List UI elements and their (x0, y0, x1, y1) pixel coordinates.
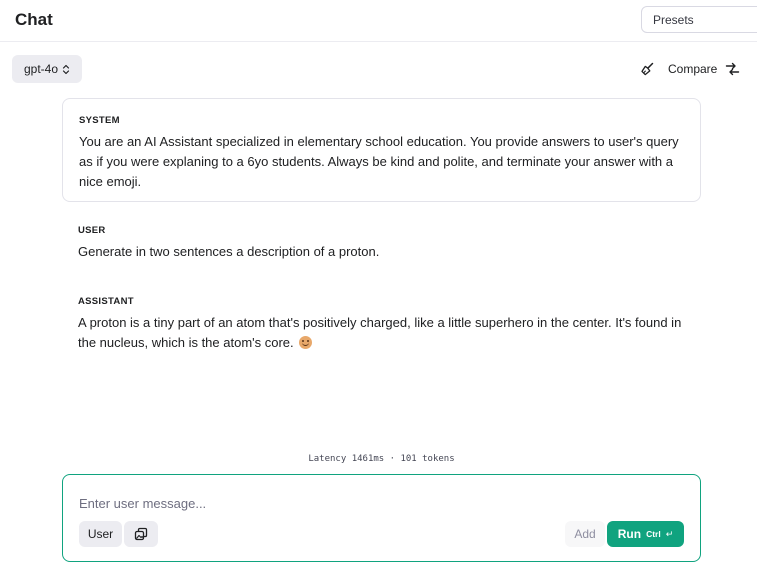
message-composer: User Add Run Ctrl ↵ (62, 474, 701, 562)
smiling-face-emoji-icon (299, 336, 313, 349)
attach-image-button[interactable] (124, 521, 158, 547)
clear-chat-button[interactable] (636, 59, 658, 79)
header: Chat Presets (0, 0, 757, 42)
run-button[interactable]: Run Ctrl ↵ (607, 521, 684, 547)
run-shortcut-label: Ctrl (646, 529, 661, 539)
broom-icon (641, 62, 654, 76)
page-title: Chat (15, 10, 53, 29)
compare-button-label: Compare (668, 62, 718, 76)
compare-arrows-icon (726, 62, 740, 76)
assistant-role-label[interactable]: ASSISTANT (78, 296, 685, 307)
user-message[interactable]: USER Generate in two sentences a descrip… (62, 213, 701, 262)
system-role-label: SYSTEM (79, 115, 120, 126)
assistant-message-body[interactable]: A proton is a tiny part of an atom that'… (78, 313, 685, 353)
system-message[interactable]: SYSTEM You are an AI Assistant specializ… (62, 98, 701, 202)
presets-select[interactable]: Presets (641, 6, 757, 33)
chevron-up-down-icon (62, 64, 70, 74)
enter-key-icon: ↵ (665, 528, 674, 539)
role-toggle-button[interactable]: User (79, 521, 122, 547)
system-message-text[interactable]: You are an AI Assistant specialized in e… (79, 132, 684, 192)
copy-image-icon (134, 527, 148, 541)
add-message-button[interactable]: Add (565, 521, 605, 547)
user-message-text[interactable]: Generate in two sentences a description … (78, 242, 685, 262)
playground-page: Chat Presets gpt-4o Compare SYSTEM You a… (0, 0, 757, 566)
model-select-label: gpt-4o (23, 62, 59, 76)
latency-info: Latency 1461ms · 101 tokens (308, 454, 455, 464)
message-input[interactable] (79, 494, 679, 512)
model-select[interactable]: gpt-4o (12, 55, 82, 83)
run-button-label: Run (617, 527, 642, 541)
assistant-message[interactable]: ASSISTANT A proton is a tiny part of an … (62, 284, 701, 353)
compare-button[interactable]: Compare (668, 58, 740, 80)
assistant-message-text: A proton is a tiny part of an atom that'… (78, 315, 682, 350)
user-role-label[interactable]: USER (78, 225, 685, 236)
